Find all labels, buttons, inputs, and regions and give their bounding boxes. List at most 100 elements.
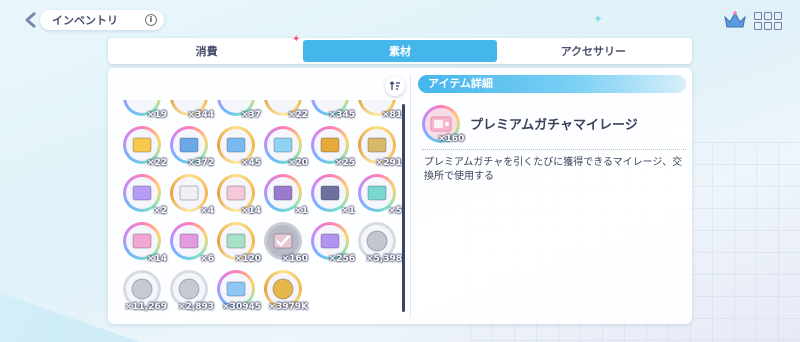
category-tabs: 消費 素材 アクセサリー — [108, 38, 692, 64]
detail-item-name: プレミアムガチャマイレージ — [470, 118, 638, 133]
inventory-item[interactable]: ×5 — [358, 174, 402, 216]
bottles-icon — [367, 137, 387, 153]
inventory-item[interactable]: ×120 — [217, 222, 261, 264]
item-count: ×1 — [294, 206, 308, 216]
item-thumbnail — [314, 129, 346, 161]
inventory-item[interactable]: ×14 — [123, 222, 167, 264]
pink-ticket-icon — [132, 233, 152, 249]
purple-crystal-icon — [320, 233, 340, 249]
green-card-icon — [226, 233, 246, 249]
detail-item-count: ×160 — [438, 134, 465, 144]
item-thumbnail — [173, 273, 205, 305]
character-silver-icon — [320, 185, 340, 201]
item-count: ×256 — [328, 254, 355, 264]
info-button[interactable]: i — [145, 14, 157, 26]
item-thumbnail — [267, 177, 299, 209]
item-count: ×2 — [153, 206, 167, 216]
detail-divider — [422, 149, 686, 150]
gold-coin-icon — [272, 278, 294, 300]
scrollbar-thumb[interactable] — [402, 104, 405, 312]
inventory-item[interactable]: ×291 — [358, 126, 402, 168]
item-count: ×19 — [146, 110, 167, 120]
inventory-item[interactable]: ×345 — [311, 100, 355, 120]
item-count: ×2,893 — [177, 302, 214, 312]
item-count: ×5 — [388, 206, 402, 216]
item-thumbnail — [267, 225, 299, 257]
item-thumbnail — [267, 273, 299, 305]
item-thumbnail — [267, 129, 299, 161]
inventory-item[interactable]: ×4 — [170, 174, 214, 216]
mileage-ticket-icon — [273, 233, 293, 249]
inventory-item[interactable]: ×6 — [170, 222, 214, 264]
tab-accessories[interactable]: アクセサリー — [497, 40, 690, 62]
item-count: ×160 — [281, 254, 308, 264]
inventory-item[interactable]: ×344 — [170, 100, 214, 120]
page-title-pill: インベントリ i — [40, 10, 164, 30]
item-thumbnail — [173, 225, 205, 257]
blue-book-icon — [179, 137, 199, 153]
inventory-item[interactable]: ×160 — [264, 222, 308, 264]
item-count: ×4 — [200, 206, 214, 216]
item-count: ×22 — [287, 110, 308, 120]
sparkle-icon: ✦ — [593, 12, 604, 26]
inventory-item[interactable]: ×20 — [264, 126, 308, 168]
back-arrow-icon — [25, 11, 36, 29]
sort-icon — [389, 81, 400, 90]
item-count: ×81 — [381, 110, 402, 120]
inventory-item[interactable]: ×2 — [123, 174, 167, 216]
crown-icon — [724, 11, 746, 28]
character-purple-icon — [273, 185, 293, 201]
item-thumbnail — [314, 225, 346, 257]
inventory-item[interactable]: ×256 — [311, 222, 355, 264]
item-thumbnail — [220, 177, 252, 209]
sort-button[interactable] — [385, 76, 405, 96]
inventory-item[interactable]: ×11,269 — [123, 270, 167, 312]
inventory-item[interactable]: ×1 — [311, 174, 355, 216]
inventory-item[interactable]: ×22 — [264, 100, 308, 120]
inventory-item[interactable]: ×14 — [217, 174, 261, 216]
item-thumbnail — [173, 129, 205, 161]
silver-medal-icon — [178, 278, 200, 300]
star-shard-icon — [226, 281, 246, 297]
inventory-item[interactable]: ×30945 — [217, 270, 261, 312]
item-grid: ×19 ×344 ×37 ×22 ×345 ×81 ×22 ×372 ×45 ×20 ×25 ×291… — [113, 100, 405, 320]
menu-grid-button[interactable] — [752, 10, 784, 32]
item-count: ×37 — [240, 110, 261, 120]
tab-consumables[interactable]: 消費 — [110, 40, 303, 62]
inventory-item[interactable]: ×372 — [170, 126, 214, 168]
grid-cell-icon — [754, 12, 762, 20]
inventory-item[interactable]: ×45 — [217, 126, 261, 168]
inventory-item[interactable]: ×5,398 — [358, 222, 402, 264]
inventory-item[interactable]: ×19 — [123, 100, 167, 120]
tab-materials[interactable]: 素材 — [303, 40, 497, 62]
item-count: ×345 — [328, 110, 355, 120]
item-count: ×22 — [146, 158, 167, 168]
gold-book-icon — [226, 137, 246, 153]
inventory-item[interactable]: ×22 — [123, 126, 167, 168]
item-count: ×30945 — [222, 302, 261, 312]
grid-cell-icon — [754, 22, 762, 30]
item-thumbnail — [126, 225, 158, 257]
rainbow-ticket-icon — [132, 137, 152, 153]
grid-cell-icon — [764, 22, 772, 30]
inventory-item[interactable]: ×1 — [264, 174, 308, 216]
item-thumbnail — [220, 129, 252, 161]
inventory-item[interactable]: ×37 — [217, 100, 261, 120]
inventory-item[interactable]: ×25 — [311, 126, 355, 168]
inventory-item[interactable]: ×3979K — [264, 270, 308, 312]
item-count: ×6 — [200, 254, 214, 264]
item-count: ×344 — [187, 110, 214, 120]
item-thumbnail — [220, 225, 252, 257]
music-box-icon — [273, 137, 293, 153]
sparkle-icon: ✦ — [292, 34, 301, 45]
pink-gem-ticket-icon — [179, 233, 199, 249]
detail-description: プレミアムガチャを引くたびに獲得できるマイレージ、交換所で使用する — [424, 157, 683, 182]
item-count: ×372 — [187, 158, 214, 168]
page-title: インベントリ — [52, 14, 118, 27]
inventory-item[interactable]: ×81 — [358, 100, 402, 120]
inventory-item[interactable]: ×2,893 — [170, 270, 214, 312]
crown-button[interactable] — [721, 9, 749, 31]
detail-header: アイテム詳細 — [418, 75, 686, 93]
silver-coin-icon — [131, 278, 153, 300]
item-thumbnail — [361, 129, 393, 161]
